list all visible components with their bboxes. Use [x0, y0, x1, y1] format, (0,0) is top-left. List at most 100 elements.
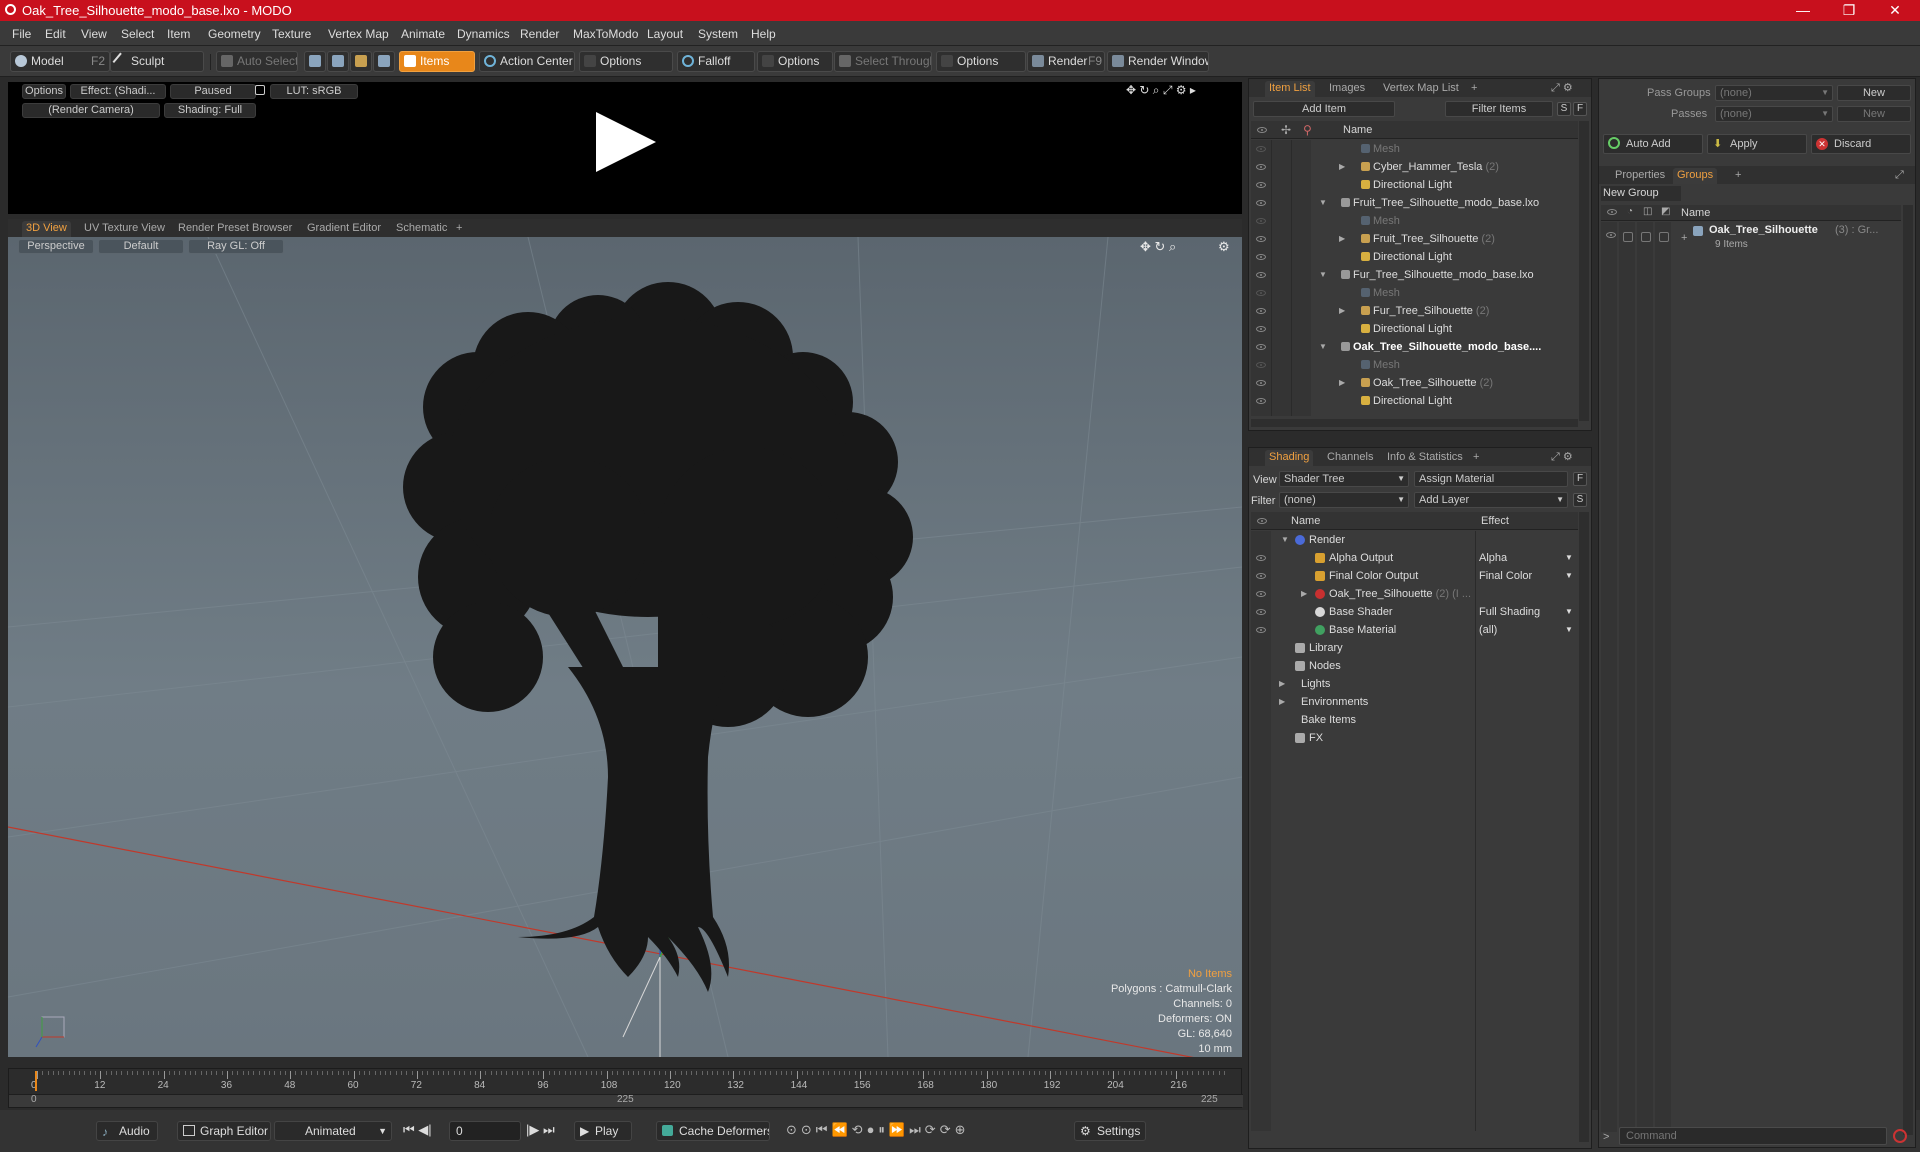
shader-tree-row[interactable]: ▶ Lights [1249, 675, 1579, 693]
shading-style-dropdown[interactable]: Default [98, 239, 184, 254]
shader-tree-row[interactable]: ▶ Environments [1249, 693, 1579, 711]
item-list-row[interactable]: Directional Light [1249, 392, 1579, 410]
render-camera-dropdown[interactable]: (Render Camera) [22, 103, 160, 118]
render-window-button[interactable]: Render Window [1107, 51, 1209, 72]
menu-geometry[interactable]: Geometry [208, 27, 261, 41]
expand-arrow-icon[interactable]: ▶ [1339, 158, 1345, 176]
item-list-row[interactable]: Mesh [1249, 284, 1579, 302]
add-tab-icon[interactable]: + [1471, 81, 1477, 97]
visibility-eye-icon[interactable] [1256, 555, 1266, 561]
select-through-options-button[interactable]: Options [936, 51, 1026, 72]
skip-back-icons[interactable]: ⏮ ◀| [403, 1122, 432, 1138]
visibility-eye-icon[interactable] [1256, 573, 1266, 579]
shading-dropdown[interactable]: Shading: Full [164, 103, 256, 118]
panel-maximize-icon[interactable]: ⤢ ⚙ [1551, 450, 1573, 466]
select-toggle-icon[interactable] [1659, 232, 1669, 242]
item-list-row[interactable]: ▶ Fur_Tree_Silhouette (2) [1249, 302, 1579, 320]
tab-channels[interactable]: Channels [1327, 450, 1373, 466]
pass-groups-dropdown[interactable]: (none) ▼ [1715, 85, 1833, 101]
visibility-eye-icon[interactable] [1256, 200, 1266, 206]
visibility-eye-icon[interactable] [1256, 290, 1266, 296]
item-list-hscroll[interactable] [1251, 419, 1578, 427]
visibility-icon[interactable] [1606, 232, 1616, 238]
menu-animate[interactable]: Animate [401, 27, 445, 41]
select-through-button[interactable]: Select Through [834, 51, 932, 72]
new-pass-group-button[interactable]: New [1837, 85, 1911, 101]
effect-dropdown[interactable]: (all) [1479, 621, 1497, 639]
close-icon[interactable]: ✕ [1872, 1, 1918, 21]
shading-s-button[interactable]: S [1573, 493, 1587, 507]
add-tab-icon[interactable]: + [1735, 168, 1741, 184]
collapse-arrow-icon[interactable]: ▼ [1319, 338, 1327, 356]
effect-dropdown[interactable]: Full Shading [1479, 603, 1540, 621]
visibility-eye-icon[interactable] [1256, 146, 1266, 152]
group-expand-icon[interactable]: + [1681, 232, 1687, 244]
item-list-row[interactable]: Mesh [1249, 356, 1579, 374]
render-button[interactable]: Render F9 [1027, 51, 1105, 72]
lock-toggle-icon[interactable] [1641, 232, 1651, 242]
auto-select-button[interactable]: Auto Select [216, 51, 298, 72]
item-list-row[interactable]: Directional Light [1249, 176, 1579, 194]
visibility-eye-icon[interactable] [1256, 380, 1266, 386]
minimize-icon[interactable]: — [1780, 1, 1826, 21]
menu-view[interactable]: View [81, 27, 107, 41]
effect-dropdown[interactable]: Final Color [1479, 567, 1532, 585]
new-group-button[interactable]: New Group [1601, 186, 1681, 201]
filter-items-input[interactable]: Filter Items [1445, 101, 1553, 117]
add-tab-icon[interactable]: + [1473, 450, 1479, 466]
playhead[interactable] [35, 1071, 37, 1091]
menu-file[interactable]: File [12, 27, 31, 41]
shader-tree-row[interactable]: ▶ Oak_Tree_Silhouette (2) (I ... [1249, 585, 1579, 603]
shader-tree-row[interactable]: Library [1249, 639, 1579, 657]
item-list-row[interactable]: ▼ Oak_Tree_Silhouette_modo_base.... [1249, 338, 1579, 356]
preview-options-button[interactable]: Options [22, 84, 66, 99]
shader-tree-row[interactable]: Nodes [1249, 657, 1579, 675]
visibility-eye-icon[interactable] [1256, 272, 1266, 278]
key-tools-icons[interactable]: ⊙⊙⏮⏪⟲●⏸⏩⏭⟳⟳⊕ [786, 1122, 969, 1138]
cache-deformers-button[interactable]: Cache Deformers [656, 1121, 770, 1141]
tab-uv-texture-view[interactable]: UV Texture View [84, 221, 165, 237]
settings-button[interactable]: ⚙ Settings [1074, 1121, 1146, 1141]
item-list-row[interactable]: ▼ Fruit_Tree_Silhouette_modo_base.lxo [1249, 194, 1579, 212]
chevron-down-icon[interactable]: ▼ [1565, 567, 1573, 585]
item-list-row[interactable]: ▼ Fur_Tree_Silhouette_modo_base.lxo [1249, 266, 1579, 284]
menu-system[interactable]: System [698, 27, 738, 41]
audio-button[interactable]: ♪ Audio [96, 1121, 158, 1141]
shader-tree-row[interactable]: Alpha Output Alpha ▼ [1249, 549, 1579, 567]
menu-layout[interactable]: Layout [647, 27, 683, 41]
perspective-dropdown[interactable]: Perspective [18, 239, 94, 254]
tab-properties[interactable]: Properties [1615, 168, 1665, 184]
add-tab-icon[interactable]: + [456, 221, 462, 237]
visibility-eye-icon[interactable] [1256, 362, 1266, 368]
visibility-eye-icon[interactable] [1256, 236, 1266, 242]
visibility-eye-icon[interactable] [1256, 254, 1266, 260]
restore-icon[interactable]: ❐ [1826, 1, 1872, 21]
materials-mode-button[interactable] [373, 51, 395, 72]
menu-maxtomodo[interactable]: MaxToModo [573, 27, 638, 41]
expand-arrow-icon[interactable]: ▶ [1339, 230, 1345, 248]
shader-tree-dropdown[interactable]: Shader Tree ▼ [1279, 471, 1409, 487]
raygl-dropdown[interactable]: Ray GL: Off [188, 239, 284, 254]
tab-gradient-editor[interactable]: Gradient Editor [307, 221, 381, 237]
item-list-s-button[interactable]: S [1557, 102, 1571, 116]
groups-scrollbar[interactable] [1903, 205, 1913, 1135]
filter-dropdown[interactable]: (none) ▼ [1279, 492, 1409, 508]
preview-paused-button[interactable]: Paused [170, 84, 256, 99]
item-list-row[interactable]: ▶ Fruit_Tree_Silhouette (2) [1249, 230, 1579, 248]
vertices-mode-button[interactable] [304, 51, 326, 72]
shader-tree-row[interactable]: Base Material (all) ▼ [1249, 621, 1579, 639]
visibility-eye-icon[interactable] [1256, 218, 1266, 224]
viewport-settings-icon[interactable]: ⚙ [1218, 239, 1230, 255]
shader-tree-row[interactable]: Bake Items [1249, 711, 1579, 729]
visibility-eye-icon[interactable] [1256, 591, 1266, 597]
visibility-eye-icon[interactable] [1256, 164, 1266, 170]
visibility-eye-icon[interactable] [1256, 398, 1266, 404]
render-toggle-icon[interactable] [1623, 232, 1633, 242]
shader-tree-row[interactable]: Base Shader Full Shading ▼ [1249, 603, 1579, 621]
item-list-row[interactable]: Directional Light [1249, 320, 1579, 338]
sculpt-mode-button[interactable]: Sculpt [110, 51, 204, 72]
menu-render[interactable]: Render [520, 27, 559, 41]
auto-add-button[interactable]: Auto Add [1603, 134, 1703, 154]
visibility-eye-icon[interactable] [1256, 609, 1266, 615]
item-list-f-button[interactable]: F [1573, 102, 1587, 116]
